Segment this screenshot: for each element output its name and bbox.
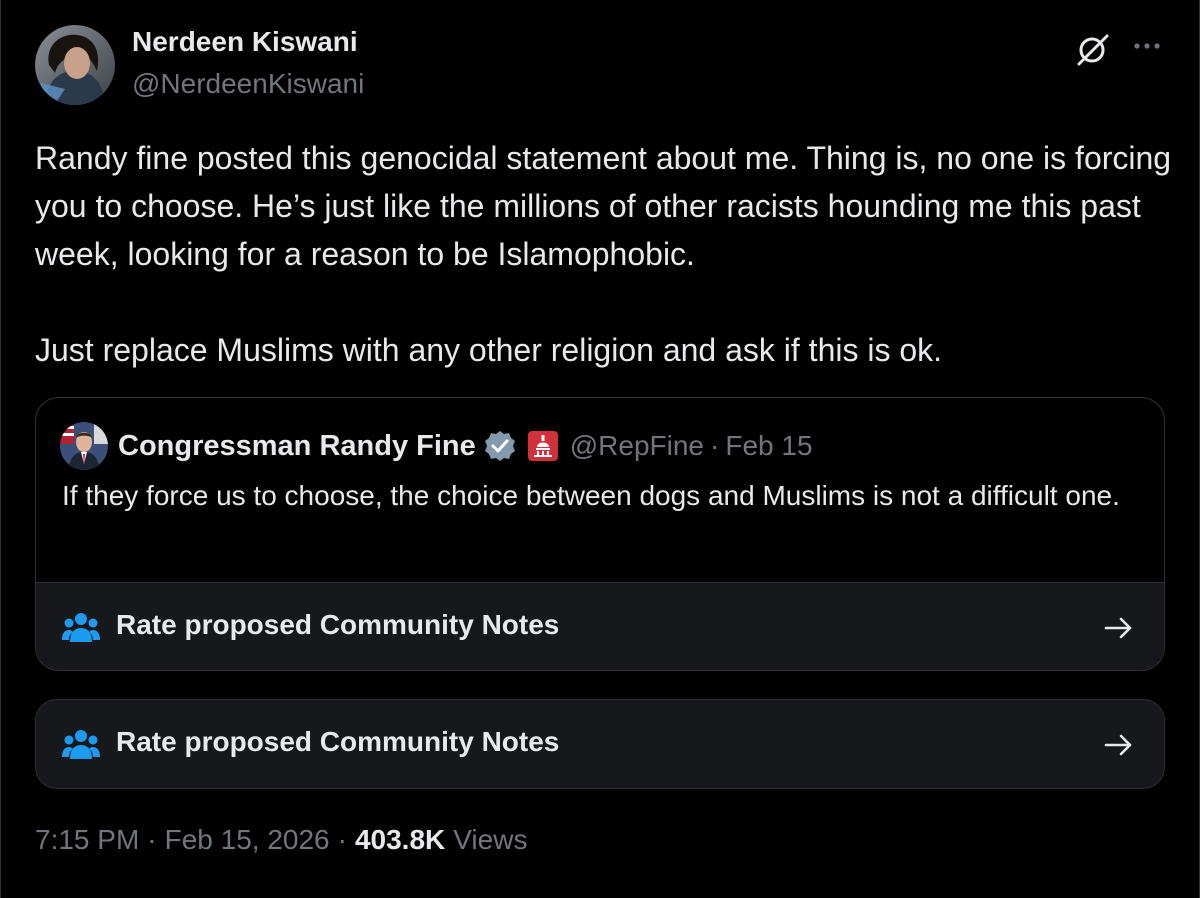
quoted-post-card[interactable]: Congressman Randy Fine @RepFine · Feb 15…	[35, 397, 1165, 671]
arrow-right-icon	[1102, 611, 1136, 645]
post-text-paragraph-2: Just replace Muslims with any other reli…	[35, 332, 943, 368]
quoted-author-handle[interactable]: @RepFine	[570, 430, 704, 462]
post-text: Randy fine posted this genocidal stateme…	[35, 134, 1175, 374]
quoted-author-avatar[interactable]	[60, 422, 108, 470]
post-text-paragraph-1: Randy fine posted this genocidal stateme…	[35, 140, 1172, 272]
people-icon	[62, 610, 100, 644]
quoted-post-date[interactable]: Feb 15	[725, 430, 812, 462]
post-date[interactable]: Feb 15, 2026	[165, 824, 330, 856]
government-affiliation-icon[interactable]	[527, 431, 558, 461]
community-notes-label: Rate proposed Community Notes	[116, 726, 560, 757]
community-notes-button[interactable]: Rate proposed Community Notes	[35, 699, 1165, 789]
quoted-post-header: Congressman Randy Fine @RepFine · Feb 15	[118, 428, 813, 464]
post-metadata: 7:15 PM · Feb 15, 2026 · 403.8K Views	[35, 824, 527, 856]
verified-badge-icon	[482, 428, 518, 464]
arrow-right-icon	[1102, 728, 1136, 762]
views-count[interactable]: 403.8K	[355, 824, 445, 856]
quoted-post-text: If they force us to choose, the choice b…	[62, 480, 1120, 511]
views-label: Views	[453, 824, 528, 855]
quoted-separator: ·	[710, 430, 720, 461]
people-icon	[62, 727, 100, 761]
quoted-community-notes-label: Rate proposed Community Notes	[116, 609, 560, 640]
author-avatar[interactable]	[35, 25, 115, 105]
author-name[interactable]: Nerdeen Kiswani	[132, 26, 358, 58]
more-icon[interactable]	[1128, 30, 1166, 68]
author-handle[interactable]: @NerdeenKiswani	[132, 68, 364, 100]
meta-separator: ·	[337, 824, 347, 855]
meta-separator: ·	[147, 824, 157, 855]
grok-icon[interactable]	[1074, 30, 1112, 68]
left-border	[0, 0, 1, 898]
quoted-author-name[interactable]: Congressman Randy Fine	[118, 430, 476, 463]
quoted-community-notes-button[interactable]: Rate proposed Community Notes	[36, 582, 1164, 670]
post-time[interactable]: 7:15 PM	[35, 824, 139, 856]
